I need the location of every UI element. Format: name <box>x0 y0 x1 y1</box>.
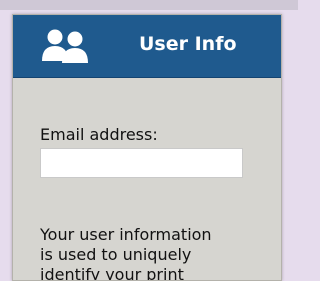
info-text-line: Your user information <box>40 225 212 244</box>
user-info-panel: User Info Email address: Your user infor… <box>12 14 282 281</box>
email-label: Email address: <box>40 125 158 144</box>
panel-title: User Info <box>139 33 237 55</box>
info-text-line: is used to uniquely <box>40 245 192 264</box>
panel-header: User Info <box>13 15 281 78</box>
email-input[interactable] <box>40 148 243 178</box>
top-strip <box>0 0 298 10</box>
users-icon <box>41 27 91 67</box>
info-text: Your user information is used to uniquel… <box>40 225 275 280</box>
